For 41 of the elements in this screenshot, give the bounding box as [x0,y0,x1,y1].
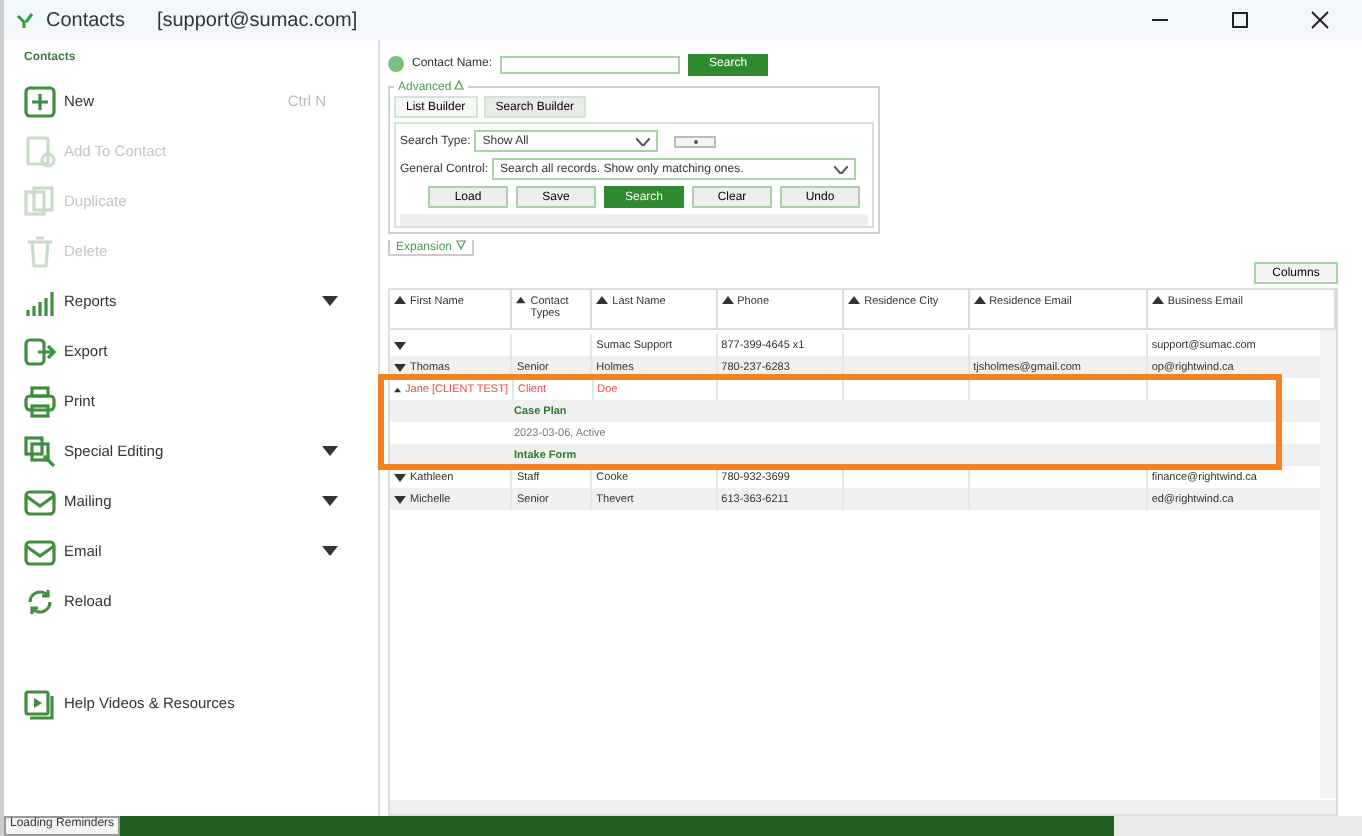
export-icon [24,335,56,367]
video-icon [24,687,56,719]
vertical-scrollbar[interactable] [1320,330,1336,798]
chevron-down-icon [834,165,849,173]
triangle-down-icon [455,240,466,250]
horizontal-scrollbar[interactable] [390,800,1336,814]
sort-icon [596,296,609,304]
expand-icon[interactable] [394,495,406,503]
close-icon[interactable] [1310,10,1330,30]
expand-icon[interactable] [394,341,406,349]
refresh-icon [24,585,56,617]
sprout-icon [16,12,34,28]
expand-icon[interactable] [394,363,406,371]
chevron-down-icon [322,496,338,506]
sort-icon [721,296,734,304]
envelope-icon [24,535,56,567]
sort-icon [1151,296,1164,304]
sort-icon [394,296,406,304]
printer-icon [24,385,56,417]
sort-icon [516,296,527,304]
small-button[interactable] [674,135,717,147]
triangle-up-icon [454,80,465,90]
envelope-icon [24,485,56,517]
sort-icon [973,296,986,304]
account-label: [support@sumac.com] [156,9,358,31]
chevron-down-icon [322,446,338,456]
window-title: Contacts [46,9,125,31]
plus-icon [24,85,56,117]
chevron-down-icon [636,137,651,145]
collapse-icon[interactable] [394,385,402,393]
chevron-down-icon [322,296,338,306]
chevron-down-icon [322,546,338,556]
trash-icon [24,235,56,267]
maximize-icon[interactable] [1230,10,1250,30]
expand-icon[interactable] [394,473,406,481]
copy-icon [24,185,56,217]
horizontal-scrollbar[interactable] [400,214,868,226]
sort-icon [848,296,861,304]
document-icon [24,135,56,167]
contact-name-field[interactable] [500,55,681,73]
stack-icon [24,435,56,467]
